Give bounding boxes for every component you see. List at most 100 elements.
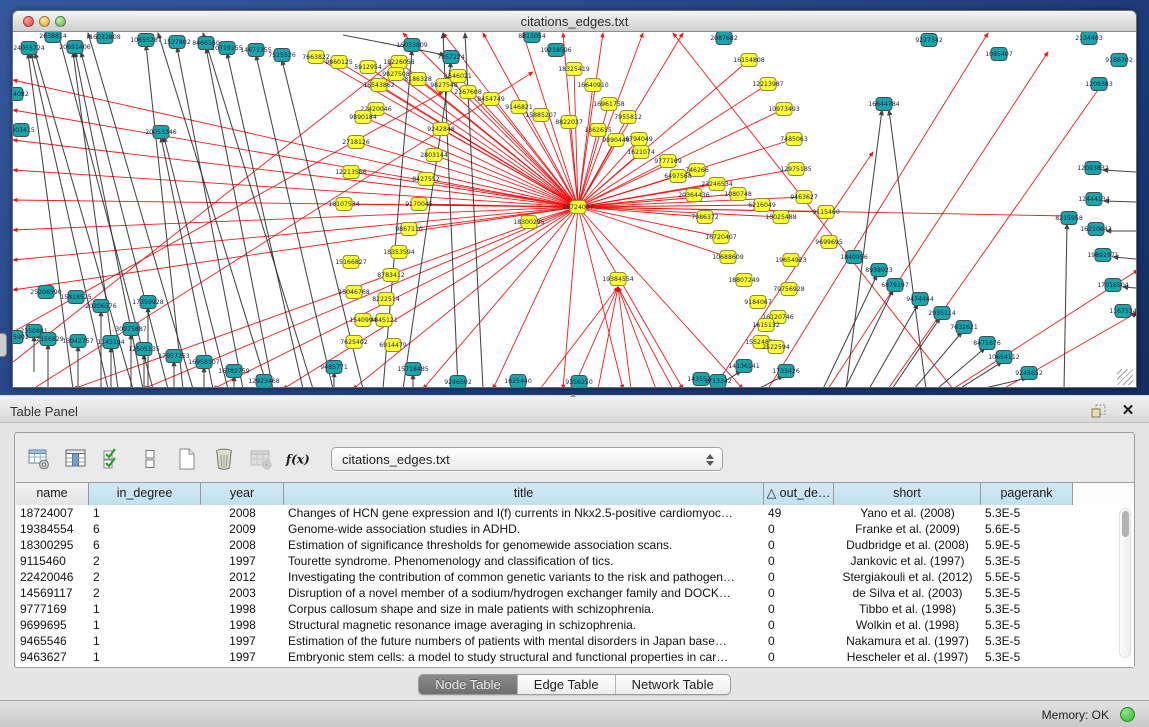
network-node[interactable]: 1080748: [724, 188, 752, 201]
network-node[interactable]: 10025488: [765, 211, 797, 224]
new-column-button[interactable]: [173, 445, 201, 473]
table-vertical-scrollbar[interactable]: [1119, 508, 1131, 658]
network-edge[interactable]: [578, 33, 603, 207]
network-node[interactable]: 14671355: [240, 44, 272, 57]
network-node[interactable]: 9827508: [382, 68, 410, 81]
network-node[interactable]: 15166827: [335, 256, 367, 269]
network-edge[interactable]: [959, 362, 1002, 388]
network-node[interactable]: 1085407: [985, 48, 1013, 61]
network-edge[interactable]: [937, 348, 985, 388]
network-edge[interactable]: [598, 287, 618, 388]
network-node[interactable]: 10654112: [988, 351, 1020, 364]
network-edge[interactable]: [823, 275, 877, 388]
manage-table-columns-button[interactable]: [25, 445, 53, 473]
network-node[interactable]: 19218596: [540, 44, 572, 57]
network-edge[interactable]: [758, 376, 783, 388]
network-node[interactable]: 17016504: [1097, 279, 1129, 292]
network-node[interactable]: 2638814: [39, 32, 67, 43]
table-row[interactable]: 2242004622012Investigating the contribut…: [16, 569, 1134, 585]
network-node[interactable]: 2134403: [1075, 32, 1103, 45]
table-row[interactable]: 1830029562008Estimation of significance …: [16, 537, 1134, 553]
network-node[interactable]: 79756928: [773, 283, 805, 296]
network-node[interactable]: 9890448: [602, 134, 630, 147]
network-node[interactable]: 12213586: [335, 166, 367, 179]
network-edge[interactable]: [1113, 257, 1136, 259]
network-node[interactable]: 8822037: [555, 116, 583, 129]
network-node[interactable]: 9184067: [744, 296, 772, 309]
network-node[interactable]: 2935114: [928, 307, 956, 320]
network-edge[interactable]: [88, 33, 193, 388]
network-node[interactable]: 12975185: [780, 163, 812, 176]
network-node[interactable]: 9227342: [915, 34, 943, 47]
network-node[interactable]: 9485771: [320, 361, 348, 374]
network-edge[interactable]: [13, 207, 578, 290]
network-node[interactable]: 8938923: [865, 264, 893, 277]
left-splitter-handle[interactable]: [0, 333, 7, 357]
network-node[interactable]: 7903415: [13, 124, 35, 137]
table-row[interactable]: 1938455462009Genome-wide association stu…: [16, 521, 1134, 537]
canvas-resize-grip[interactable]: [1117, 369, 1133, 385]
network-edge[interactable]: [618, 287, 656, 388]
network-node[interactable]: 1540994: [349, 314, 377, 327]
column-header-name[interactable]: name: [16, 483, 89, 505]
network-edge[interactable]: [343, 35, 445, 55]
network-edge[interactable]: [981, 378, 1027, 388]
column-header-short[interactable]: short: [834, 483, 981, 505]
network-edge[interactable]: [673, 33, 953, 388]
function-builder-button[interactable]: f(x): [284, 445, 312, 473]
table-row[interactable]: 1456911722003Disruption of a novel membe…: [16, 585, 1134, 601]
network-node[interactable]: 7485063: [780, 133, 808, 146]
network-node[interactable]: 746266: [685, 164, 709, 177]
network-node[interactable]: 7632621: [950, 321, 978, 334]
table-row[interactable]: 969969511998Structural magnetic resonanc…: [16, 617, 1134, 633]
network-window-titlebar[interactable]: citations_edges.txt: [13, 11, 1136, 32]
network-node[interactable]: 16958107: [188, 356, 220, 369]
tab-edge-table[interactable]: Edge Table: [518, 675, 616, 694]
network-edge[interactable]: [1123, 287, 1136, 288]
tab-network-table[interactable]: Network Table: [616, 675, 730, 694]
network-node[interactable]: 19384554: [602, 273, 634, 286]
network-node[interactable]: 4845121: [370, 314, 398, 327]
table-row[interactable]: 911546021997Tourette syndrome. Phenomeno…: [16, 553, 1134, 569]
network-edge[interactable]: [1064, 224, 1067, 388]
network-node[interactable]: 2614082: [13, 88, 29, 101]
network-node[interactable]: 8813054: [518, 32, 546, 43]
network-node[interactable]: 8215958: [1055, 212, 1083, 225]
network-node[interactable]: 16644784: [868, 98, 900, 111]
network-node[interactable]: 8454749: [477, 93, 505, 106]
network-edge[interactable]: [1104, 201, 1136, 202]
network-node[interactable]: 6497568: [664, 170, 692, 183]
network-edge[interactable]: [376, 109, 578, 207]
network-node[interactable]: 8466160: [192, 37, 220, 50]
network-node[interactable]: 25206590: [30, 286, 62, 299]
select-all-rows-button[interactable]: [99, 445, 127, 473]
network-edge[interactable]: [177, 47, 243, 388]
table-selector-dropdown[interactable]: citations_edges.txt: [331, 447, 723, 471]
network-node[interactable]: 16210643: [1080, 223, 1112, 236]
network-edge[interactable]: [81, 52, 168, 388]
network-node[interactable]: 7857224: [437, 51, 465, 64]
network-edge[interactable]: [13, 62, 393, 362]
network-node[interactable]: 8471676: [973, 337, 1001, 350]
network-node[interactable]: 6794049: [625, 133, 653, 146]
network-node[interactable]: 5912954: [354, 61, 382, 74]
column-header-title[interactable]: title: [284, 483, 764, 505]
network-edge[interactable]: [914, 332, 962, 388]
network-node[interactable]: 6914479: [379, 339, 407, 352]
unselect-rows-button[interactable]: [136, 445, 164, 473]
table-row[interactable]: 1872400712008Changes of HCN gene express…: [16, 505, 1134, 521]
network-edge[interactable]: [423, 207, 578, 388]
network-node[interactable]: 9699695: [815, 236, 843, 249]
network-edge[interactable]: [869, 304, 918, 388]
network-node[interactable]: 1527802: [163, 36, 191, 49]
select-column-button[interactable]: [62, 445, 90, 473]
network-node[interactable]: 23246534: [701, 178, 733, 191]
network-node[interactable]: 19892971: [1087, 249, 1119, 262]
network-node[interactable]: 14136141: [728, 360, 760, 373]
network-edge[interactable]: [540, 287, 618, 388]
network-node[interactable]: 10655287: [130, 34, 162, 47]
network-node[interactable]: 10719155: [211, 42, 243, 55]
network-edge[interactable]: [1103, 170, 1136, 172]
network-edge[interactable]: [888, 80, 1105, 388]
column-header-in_degree[interactable]: in_degree: [89, 483, 201, 505]
